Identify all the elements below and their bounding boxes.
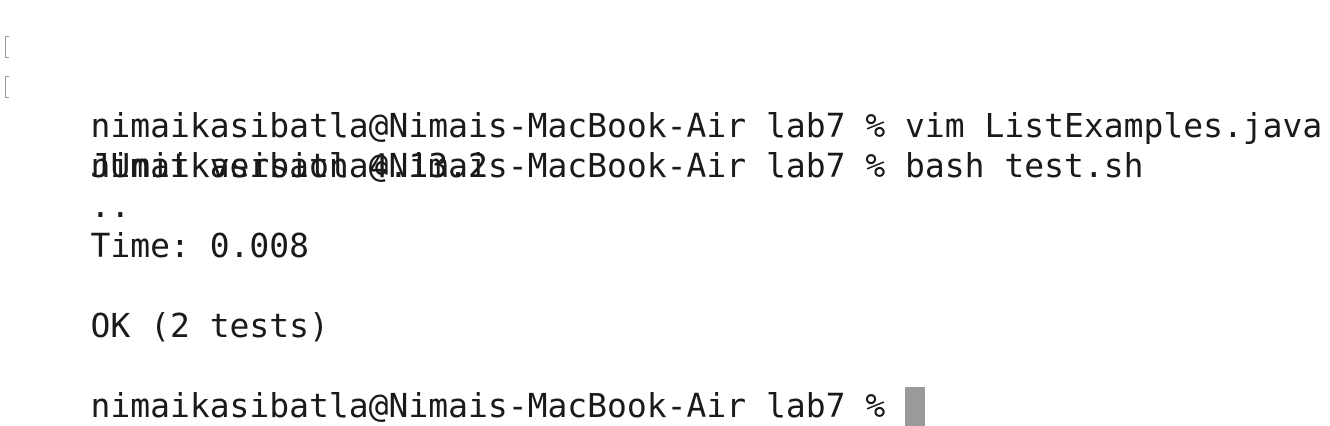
terminal-line: OK (2 tests) — [0, 266, 1330, 345]
text-cursor — [905, 387, 926, 426]
terminal-line: .. — [0, 146, 1330, 225]
terminal-window[interactable]: nimaikasibatla@Nimais-MacBook-Air lab7 %… — [0, 0, 1330, 426]
prompt-line[interactable]: nimaikasibatla@Nimais-MacBook-Air lab7 % — [0, 346, 1330, 426]
terminal-line: JUnit version 4.13.2 — [0, 106, 1330, 185]
command-mark — [5, 36, 9, 58]
command-mark — [5, 76, 9, 98]
terminal-line: Time: 0.008 — [0, 186, 1330, 265]
terminal-line: nimaikasibatla@Nimais-MacBook-Air lab7 %… — [0, 66, 1330, 185]
shell-prompt: nimaikasibatla@Nimais-MacBook-Air lab7 % — [90, 386, 906, 425]
terminal-line: nimaikasibatla@Nimais-MacBook-Air lab7 %… — [0, 26, 1330, 145]
